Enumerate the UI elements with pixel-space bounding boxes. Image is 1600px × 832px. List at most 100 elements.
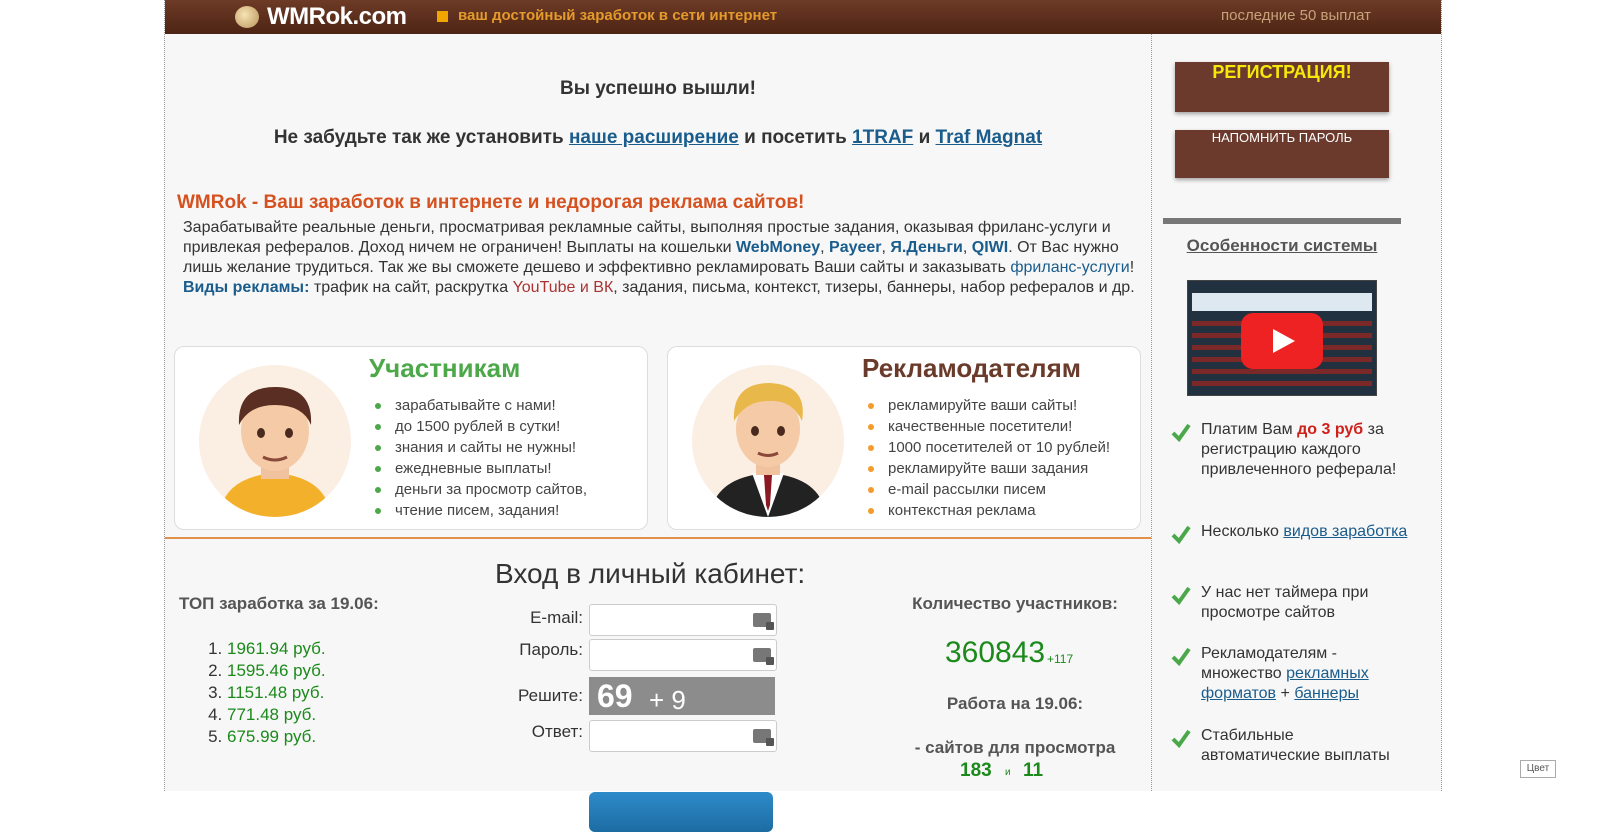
- intro-headline: WMRok - Ваш заработок в интернете и недо…: [177, 192, 805, 213]
- tagline-square-icon: [437, 11, 448, 22]
- list-item: знания и сайты не нужны!: [375, 437, 587, 458]
- wallet-qiwi-link[interactable]: QIWI: [972, 239, 1008, 256]
- keyboard-icon[interactable]: [753, 729, 774, 746]
- top-amount: 675.99 руб.: [227, 727, 317, 746]
- list-item: деньги за просмотр сайтов,: [375, 479, 587, 500]
- ad-types-text-end: , задания, письма, контекст, тизеры, бан…: [613, 279, 1135, 296]
- list-item: рекламируйте ваши сайты!: [868, 395, 1110, 416]
- ad-types-youtube: YouTube и ВК: [512, 279, 614, 296]
- 1traf-link[interactable]: 1TRAF: [852, 127, 913, 148]
- earning-types-link[interactable]: видов заработка: [1283, 523, 1407, 540]
- login-button[interactable]: [589, 792, 773, 832]
- sidebar: РЕГИСТРАЦИЯ! НАПОМНИТЬ ПАРОЛЬ Особенност…: [1151, 34, 1441, 791]
- main-content: Вы успешно вышли! Не забудьте так же уст…: [165, 34, 1152, 832]
- logout-message: Вы успешно вышли!: [560, 78, 756, 99]
- sites-count-2: 11: [1023, 760, 1044, 781]
- video-header: [1192, 293, 1372, 311]
- top-amount: 1595.46 руб.: [227, 661, 326, 680]
- register-button[interactable]: РЕГИСТРАЦИЯ!: [1175, 62, 1389, 112]
- intro-description: Зарабатывайте реальные деньги, просматри…: [183, 219, 1135, 296]
- wallet-webmoney-link[interactable]: WebMoney: [736, 239, 820, 256]
- advertisers-card[interactable]: Рекламодателям рекламируйте ваши сайты! …: [667, 346, 1141, 530]
- play-icon[interactable]: [1241, 313, 1323, 369]
- list-item: контекстная реклама: [868, 500, 1110, 521]
- video-row: [1192, 381, 1372, 386]
- top-earnings-title: ТОП заработка за 19.06:: [179, 594, 379, 613]
- list-item: 675.99 руб.: [227, 726, 326, 748]
- ad-types-text: трафик на сайт, раскрутка: [313, 279, 509, 296]
- reminder-and: и: [918, 127, 931, 148]
- top-amount: 1961.94 руб.: [227, 639, 326, 658]
- tagline: ваш достойный заработок в сети интернет: [458, 7, 778, 24]
- feature-text: Платим Вам: [1201, 421, 1293, 438]
- password-field[interactable]: [589, 639, 777, 671]
- header-bar: WMRok.com ваш достойный заработок в сети…: [165, 0, 1441, 34]
- answer-label: Ответ:: [531, 722, 583, 741]
- extension-link[interactable]: наше расширение: [569, 127, 739, 148]
- extension-reminder: Не забудьте так же установить наше расши…: [165, 127, 1151, 149]
- intro-excl: !: [1129, 259, 1135, 276]
- list-item: 1595.46 руб.: [227, 660, 326, 682]
- feature-plus: +: [1280, 685, 1290, 702]
- section-divider: [165, 537, 1151, 539]
- participant-avatar: [199, 365, 351, 517]
- features-title[interactable]: Особенности системы: [1151, 236, 1413, 256]
- login-title: Вход в личный кабинет:: [495, 558, 806, 589]
- video-thumbnail[interactable]: [1187, 280, 1377, 396]
- checkmark-icon: [1171, 586, 1191, 605]
- list-item: зарабатывайте с нами!: [375, 395, 587, 416]
- members-delta: +117: [1047, 652, 1074, 666]
- keyboard-icon[interactable]: [753, 648, 774, 665]
- logo-icon: [235, 6, 259, 28]
- wallet-yadengi-link[interactable]: Я.Деньги: [890, 239, 962, 256]
- freelance-link[interactable]: фриланс-услуги: [1010, 259, 1129, 276]
- last-payouts-link[interactable]: последние 50 выплат: [1221, 7, 1371, 24]
- list-item: 771.48 руб.: [227, 704, 326, 726]
- checkmark-icon: [1171, 729, 1191, 748]
- sites-label: - сайтов для просмотра: [914, 738, 1116, 757]
- remind-password-button[interactable]: НАПОМНИТЬ ПАРОЛЬ: [1175, 130, 1389, 178]
- ad-types-link[interactable]: Виды рекламы:: [183, 279, 309, 296]
- list-item-continued: чтение писем, задания!: [375, 500, 587, 521]
- list-item: до 1500 рублей в сутки!: [375, 416, 587, 437]
- members-count-title: Количество участников:: [912, 594, 1118, 613]
- top-earnings-list: 1961.94 руб. 1595.46 руб. 1151.48 руб. 7…: [205, 638, 326, 748]
- captcha-image: 69 + 9: [589, 677, 775, 715]
- feature-highlight: до 3 руб: [1297, 421, 1364, 438]
- sites-separator: и: [1005, 767, 1011, 778]
- logo[interactable]: WMRok.com: [267, 3, 407, 31]
- list-item: качественные посетители!: [868, 416, 1110, 437]
- email-label: E-mail:: [530, 608, 583, 627]
- sidebar-divider: [1163, 218, 1401, 224]
- color-toggle-button[interactable]: Цвет: [1520, 760, 1556, 778]
- list-item: 1000 посетителей от 10 рублей!: [868, 437, 1110, 458]
- top-amount: 1151.48 руб.: [227, 683, 325, 702]
- work-title: Работа на 19.06:: [946, 694, 1084, 713]
- checkmark-icon: [1171, 525, 1191, 544]
- advertisers-title: Рекламодателям: [862, 353, 1081, 383]
- video-row: [1192, 369, 1372, 374]
- participants-title: Участникам: [369, 353, 521, 383]
- wallet-payeer-link[interactable]: Payeer: [829, 239, 882, 256]
- participants-list: зарабатывайте с нами! до 1500 рублей в с…: [375, 395, 587, 521]
- members-count: 360843: [945, 636, 1046, 669]
- reminder-mid: и посетить: [744, 127, 847, 148]
- checkmark-icon: [1171, 647, 1191, 666]
- list-item: ежедневные выплаты!: [375, 458, 587, 479]
- list-item: 1961.94 руб.: [227, 638, 326, 660]
- captcha-label: Решите:: [518, 686, 583, 705]
- trafmagnat-link[interactable]: Traf Magnat: [936, 127, 1043, 148]
- keyboard-icon[interactable]: [753, 613, 774, 630]
- reminder-text: Не забудьте так же установить: [273, 127, 564, 148]
- advertisers-list: рекламируйте ваши сайты! качественные по…: [868, 395, 1110, 521]
- top-amount: 771.48 руб.: [227, 705, 317, 724]
- email-field[interactable]: [589, 604, 777, 636]
- banners-link[interactable]: баннеры: [1294, 685, 1359, 702]
- feature-text: Несколько: [1201, 523, 1279, 540]
- list-item: рекламируйте ваши задания: [868, 458, 1110, 479]
- participants-card[interactable]: Участникам зарабатывайте с нами! до 1500…: [174, 346, 648, 530]
- answer-field[interactable]: [589, 720, 777, 752]
- sites-count: 183: [960, 760, 992, 781]
- checkmark-icon: [1171, 423, 1191, 442]
- captcha-operand: + 9: [649, 685, 686, 715]
